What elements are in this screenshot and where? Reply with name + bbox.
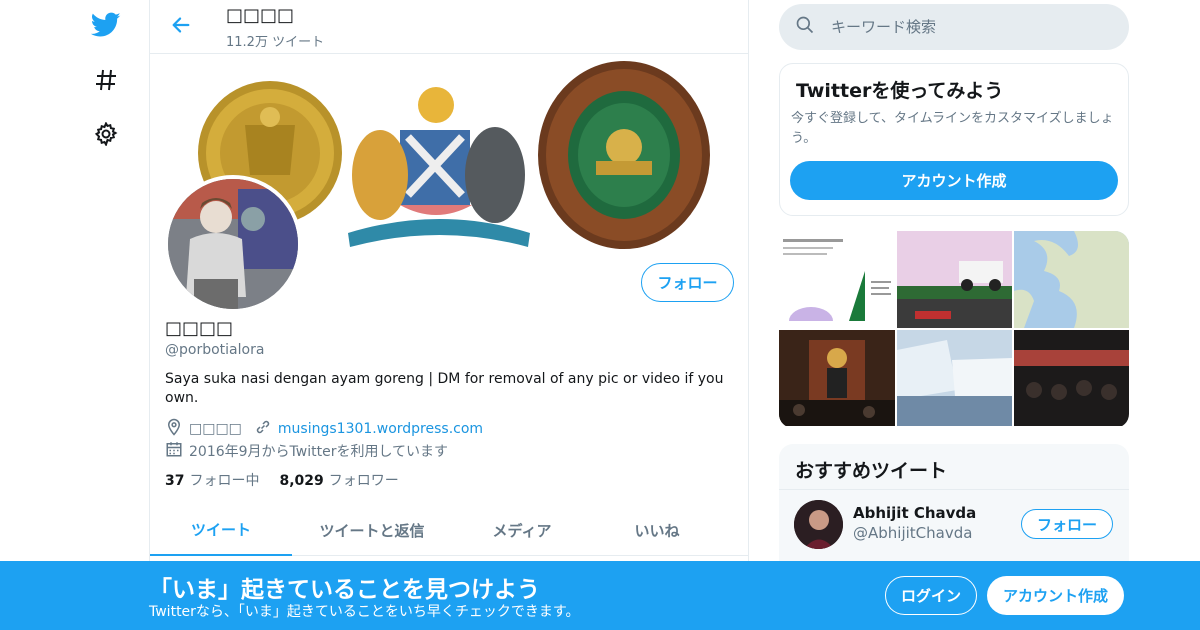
profile-website-link[interactable]: musings1301.wordpress.com: [278, 421, 483, 437]
login-button[interactable]: ログイン: [885, 576, 977, 615]
link-icon: [254, 418, 278, 440]
media-thumbnail[interactable]: [779, 231, 895, 328]
tab-tweets-and-replies[interactable]: ツイートと返信: [292, 504, 452, 556]
tab-tweets[interactable]: ツイート: [150, 504, 292, 556]
twitter-profile-page: □□□□ 11.2万 ツイート フォロー □□□□ @porbotialora …: [0, 0, 1200, 630]
recommended-user-name[interactable]: Abhijit Chavda: [853, 504, 976, 522]
search-input[interactable]: [831, 18, 1111, 36]
media-thumbnail[interactable]: [897, 330, 1012, 426]
profile-joined-date: 2016年9月からTwitterを利用しています: [189, 444, 449, 460]
profile-stats: 37 フォロー中 8,029 フォロワー: [165, 470, 419, 490]
media-thumbnail[interactable]: [897, 231, 1012, 328]
tweet-count: 11.2万 ツイート: [226, 35, 325, 50]
prompt-subtext: Twitterなら、「いま」起きていることをいち早くチェックできます。: [149, 604, 580, 620]
search-box: [779, 4, 1129, 50]
gear-icon: [94, 121, 118, 150]
profile-topbar: □□□□ 11.2万 ツイート: [150, 0, 748, 54]
twitter-bird-icon: [90, 12, 121, 42]
create-account-button[interactable]: アカウント作成: [790, 161, 1118, 200]
calendar-icon: [165, 440, 189, 462]
following-count: 37: [165, 473, 185, 489]
divider: [779, 489, 1129, 490]
prompt-headline: 「いま」起きていることを見つけよう: [149, 577, 540, 603]
search-icon: [795, 15, 815, 39]
signup-card: Twitterを使ってみよう 今すぐ登録して、タイムラインをカスタマイズしましょ…: [779, 63, 1129, 216]
tab-likes[interactable]: いいね: [592, 504, 722, 556]
signup-prompt-bar: 「いま」起きていることを見つけよう Twitterなら、「いま」起きていることを…: [0, 561, 1200, 630]
profile-tabs: ツイート ツイートと返信 メディア いいね: [150, 504, 748, 556]
profile-follow-button[interactable]: フォロー: [641, 263, 734, 302]
hashtag-icon: [94, 68, 118, 96]
tab-media[interactable]: メディア: [452, 504, 592, 556]
profile-joined-row: 2016年9月からTwitterを利用しています: [165, 440, 448, 462]
following-stat[interactable]: 37 フォロー中: [165, 470, 259, 490]
media-thumbnail[interactable]: [779, 330, 895, 426]
twitter-home-button[interactable]: [78, 5, 134, 49]
recommended-follow-button[interactable]: フォロー: [1021, 509, 1113, 539]
profile-meta-row: □□□□ musings1301.wordpress.com: [165, 418, 483, 440]
profile-bio: Saya suka nasi dengan ayam goreng | DM f…: [165, 371, 724, 406]
recommended-title: おすすめツイート: [795, 460, 948, 482]
signup-button[interactable]: アカウント作成: [987, 576, 1124, 615]
followers-label: フォロワー: [328, 473, 399, 489]
recommended-user-handle: @AbhijitChavda: [853, 524, 973, 542]
profile-column: □□□□ 11.2万 ツイート フォロー □□□□ @porbotialora …: [149, 0, 749, 630]
profile-name: □□□□: [165, 318, 234, 339]
profile-handle: @porbotialora: [165, 342, 265, 358]
profile-location: □□□□: [189, 421, 242, 437]
signup-card-text: 今すぐ登録して、タイムラインをカスタマイズしましょう。: [791, 111, 1114, 146]
media-grid: [779, 231, 1129, 428]
back-arrow-icon: [170, 14, 192, 40]
location-icon: [165, 418, 189, 440]
followers-count: 8,029: [279, 473, 324, 489]
settings-button[interactable]: [78, 114, 134, 158]
explore-button[interactable]: [78, 60, 134, 104]
header-name: □□□□: [226, 5, 295, 26]
signup-card-title: Twitterを使ってみよう: [796, 80, 1004, 102]
media-thumbnail[interactable]: [1014, 231, 1129, 328]
media-thumbnail[interactable]: [1014, 330, 1129, 426]
back-button[interactable]: [164, 10, 198, 44]
profile-avatar[interactable]: [164, 175, 302, 313]
recommended-user-avatar[interactable]: [794, 500, 843, 549]
following-label: フォロー中: [189, 473, 260, 489]
followers-stat[interactable]: 8,029 フォロワー: [279, 470, 398, 490]
